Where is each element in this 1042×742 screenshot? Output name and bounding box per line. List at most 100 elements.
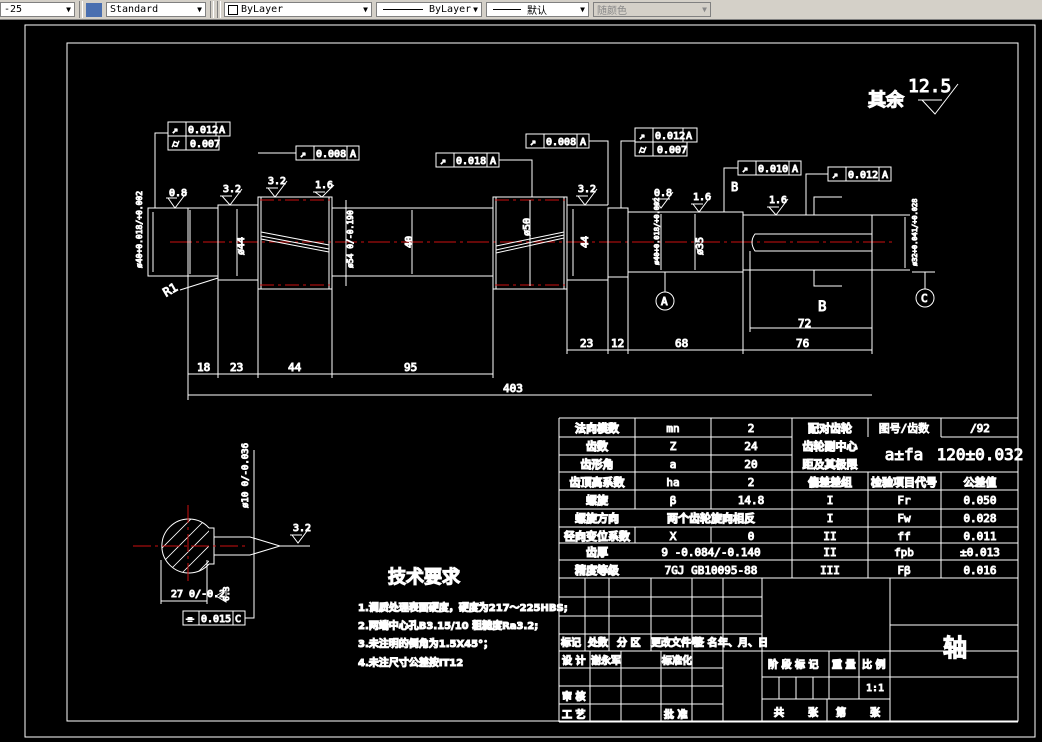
dim-44-right: 44: [580, 236, 591, 248]
dim-23: 23: [230, 361, 243, 374]
table-cell: a±fa: [885, 445, 924, 464]
table-cell: 螺旋: [586, 493, 609, 507]
datum-a-label: A: [661, 295, 668, 308]
runout-icon: ↗: [832, 170, 838, 181]
chevron-down-icon: ▼: [580, 5, 585, 14]
color-select[interactable]: ByLayer ▼: [224, 2, 372, 17]
runout-icon: ↗: [742, 164, 748, 175]
table-cell: 齿数: [586, 439, 609, 453]
color-swatch-icon: [228, 4, 238, 15]
review-label: 审 核: [562, 690, 585, 703]
toolbar-separator: [210, 1, 214, 18]
toolbar-separator: [217, 1, 221, 18]
lineweight-select[interactable]: 默认 ▼: [486, 2, 589, 17]
table-cell: β: [670, 494, 677, 507]
design-label: 设 计: [562, 654, 585, 667]
table-cell: 0.028: [963, 512, 996, 525]
ra-value: 3.2: [268, 176, 286, 187]
chevron-down-icon: ▼: [363, 5, 368, 14]
dim-dia44: ø44: [236, 237, 247, 255]
sheets-label: 张: [870, 706, 881, 719]
table-cell: 配对齿轮: [808, 421, 852, 435]
table-cell: 0: [748, 530, 755, 543]
drawing-canvas[interactable]: 18 23 44 95 403 23 12 68 76 72 ø40+0.018…: [0, 20, 1042, 742]
tech-req-item: 2.两端中心孔B3.15/10 粗糙度Ra3.2;: [358, 619, 538, 632]
ra-6-3: 6.3: [222, 586, 231, 601]
dim-72: 72: [798, 317, 811, 330]
gdt-datum: C: [235, 614, 241, 625]
runout-icon: ↗: [440, 156, 446, 167]
dim-12: 12: [611, 337, 624, 350]
table-cell: 精度等级: [575, 563, 620, 577]
table-cell: 图号/齿数: [879, 422, 930, 435]
tech-req-item: 3.未注明的倒角为1.5X45°；: [358, 637, 493, 650]
table-cell: II: [823, 546, 836, 559]
gdt-datum: A: [580, 137, 586, 148]
text-style-select[interactable]: Standard ▼: [106, 2, 206, 17]
gdt-value: 0.012: [848, 170, 878, 181]
table-cell: 齿厚: [586, 545, 608, 559]
standardize-label: 标准化: [661, 654, 692, 667]
table-cell: Fr: [897, 494, 911, 507]
table-cell: X: [670, 530, 677, 543]
gdt-datum: A: [792, 164, 798, 175]
dim-radius: R1: [161, 280, 181, 299]
rev-header: 处数: [587, 636, 609, 649]
gdt-value: 0.012: [188, 125, 218, 136]
table-cell: 0.016: [963, 564, 996, 577]
cylindricity-icon: ⌭: [172, 139, 180, 150]
table-cell: /92: [970, 422, 990, 435]
chevron-down-icon: ▼: [66, 5, 71, 14]
tech-req-item: 1.调质处理表面硬度，硬度为217～225HBS;: [358, 601, 568, 614]
dim-18: 18: [197, 361, 210, 374]
gdt-value: 0.012: [655, 131, 685, 142]
gdt-datum: A: [219, 125, 225, 136]
dim-dia50: ø50: [522, 218, 533, 236]
table-cell: ±0.013: [960, 546, 1000, 559]
dim-403: 403: [503, 382, 523, 395]
dim-dia40-left: ø40+0.018/+0.002: [135, 191, 144, 268]
ra-value: 0.8: [654, 188, 672, 199]
gdt-value: 0.018: [456, 156, 486, 167]
datum-c-leader: [912, 271, 935, 289]
table-cell: 齿形角: [581, 457, 614, 471]
table-cell: 螺旋方向: [575, 511, 619, 525]
process-label: 工 艺: [562, 708, 585, 721]
gdt-value: 0.015: [201, 614, 231, 625]
properties-toolbar: -25 ▼ Standard ▼ ByLayer ▼ ByLayer ▼ 默认 ▼ 随颜色…: [0, 0, 1042, 20]
dim-dia35: ø35: [695, 237, 706, 255]
linetype-sample-icon: [383, 9, 423, 10]
table-cell: ha: [666, 476, 679, 489]
table-cell: mn: [666, 422, 679, 435]
gdt-value: 0.007: [190, 139, 220, 150]
dim-44: 44: [288, 361, 302, 374]
dim-dia32: ø32+0.041/+0.028: [911, 199, 919, 266]
linetype-value: ByLayer: [429, 4, 472, 15]
shaft-profile: [147, 196, 873, 290]
rev-header: 年、月、日: [718, 636, 768, 649]
table-cell: II: [823, 530, 836, 543]
table-cell: 7GJ GB10095-88: [665, 564, 758, 577]
radius-leader: [179, 277, 219, 291]
dim-width-27: 27 0/-0.2: [171, 589, 225, 600]
rev-header: 签 名: [693, 636, 717, 649]
dim-dia40-right: ø40+0.018/+0.002: [653, 198, 661, 265]
weight-label: 重 量: [832, 658, 855, 671]
table-cell: 2: [748, 476, 755, 489]
sheet-no-label: 第: [836, 706, 846, 719]
table-cell: I: [827, 494, 834, 507]
plot-style-select: 随颜色 ▼: [593, 2, 711, 17]
table-cell: Fβ: [897, 564, 911, 577]
text-style-icon[interactable]: [86, 2, 102, 17]
linetype-select[interactable]: ByLayer ▼: [376, 2, 482, 17]
table-cell: ff: [897, 530, 910, 543]
dimstyle-select[interactable]: -25 ▼: [0, 2, 75, 17]
ra-value: 1.6: [315, 180, 333, 191]
lineweight-value: 默认: [527, 6, 547, 17]
table-cell: 法向模数: [575, 421, 620, 435]
table-cell: 120±0.032: [937, 445, 1024, 464]
table-cell: 0.011: [963, 530, 996, 543]
chevron-down-icon: ▼: [473, 5, 478, 14]
ra-value: 3.2: [578, 184, 596, 195]
ra-value: 3.2: [223, 184, 241, 195]
